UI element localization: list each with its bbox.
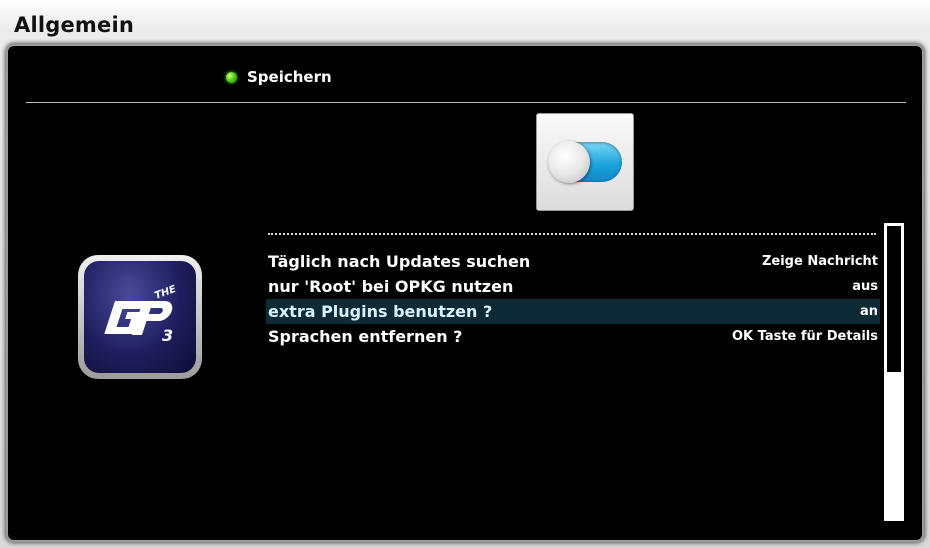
setting-label: Täglich nach Updates suchen: [268, 252, 531, 271]
setting-label: nur 'Root' bei OPKG nutzen: [268, 277, 514, 296]
green-led-icon: [226, 71, 237, 83]
save-button-label: Speichern: [247, 68, 332, 86]
scrollbar-thumb[interactable]: [887, 226, 901, 372]
logo-face: THE 3: [84, 261, 196, 373]
setting-label: extra Plugins benutzen ?: [268, 302, 493, 321]
setting-value: an: [859, 304, 878, 319]
setting-row-root-opkg[interactable]: nur 'Root' bei OPKG nutzen aus: [266, 274, 880, 299]
settings-panel: Speichern THE 3 Täglich nach Updates suc…: [8, 46, 922, 540]
toggle-switch-icon: [536, 113, 634, 211]
save-button[interactable]: Speichern: [226, 68, 332, 86]
setting-row-remove-languages[interactable]: Sprachen entfernen ? OK Taste für Detail…: [266, 324, 880, 349]
gp3-emblem: THE 3: [104, 284, 178, 345]
svg-text:3: 3: [162, 326, 173, 345]
scrollbar[interactable]: [884, 223, 904, 521]
toggle-knob: [548, 141, 590, 183]
window-title: Allgemein: [14, 13, 134, 37]
header-divider: [26, 102, 906, 103]
setting-row-updates[interactable]: Täglich nach Updates suchen Zeige Nachri…: [266, 249, 880, 274]
setting-value: aus: [852, 279, 878, 294]
setting-label: Sprachen entfernen ?: [268, 327, 463, 346]
setting-row-extra-plugins[interactable]: extra Plugins benutzen ? an: [266, 299, 880, 324]
setting-value: Zeige Nachricht: [761, 254, 878, 269]
list-separator: [268, 233, 876, 235]
setting-value: OK Taste für Details: [731, 329, 878, 344]
svg-text:THE: THE: [153, 284, 178, 302]
settings-list: Täglich nach Updates suchen Zeige Nachri…: [266, 233, 880, 349]
toggle-track: [548, 141, 622, 183]
the-gp3-logo-icon: THE 3: [78, 255, 202, 379]
